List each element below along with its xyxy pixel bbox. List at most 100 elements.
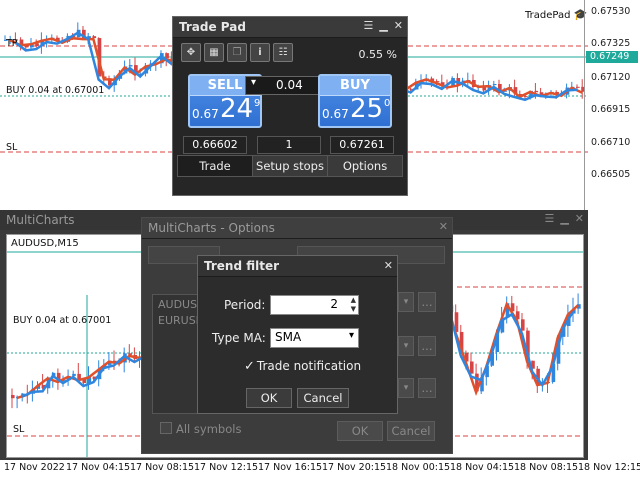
candle-body (92, 36, 97, 39)
buy-button[interactable]: BUY 0.67 25 0 (318, 74, 392, 128)
sl-price-field[interactable]: 0.66602 (183, 136, 247, 154)
spinner-icon[interactable]: ▲ ▼ (351, 296, 356, 314)
volume-decrease-icon[interactable]: ▾ (251, 77, 256, 88)
sl-line-label: SL (6, 142, 18, 153)
trend-filter-close-icon[interactable]: ✕ (384, 259, 393, 272)
grid-icon[interactable]: ▦ (204, 43, 224, 62)
type-ma-value: SMA (275, 330, 302, 344)
type-ma-label: Type MA: (212, 331, 266, 345)
period-value[interactable]: 2 (330, 297, 338, 311)
price-tick: 0.67120 (591, 72, 631, 83)
candle-body (470, 361, 474, 374)
dropdown-arrow-icon[interactable]: ▾ (398, 336, 414, 356)
list-item[interactable]: EURUSD (153, 311, 204, 327)
checkmark-icon: ✓ (244, 359, 255, 374)
candle-body (534, 90, 539, 93)
tradepad-badge-label: TradePad (525, 10, 571, 21)
mc-buy-line-label: BUY 0.04 at 0.67001 (13, 315, 112, 326)
tab-setup-stops[interactable]: Setup stops (252, 155, 328, 177)
minimize-icon[interactable]: ▁ (379, 19, 387, 32)
options-ok-button[interactable]: OK (337, 421, 383, 441)
price-tick: 0.67325 (591, 38, 631, 49)
buy-price-big: 25 (350, 94, 384, 124)
time-tick: 18 Nov 04:15 (450, 462, 515, 473)
dropdown-arrow-icon[interactable]: ▾ (398, 378, 414, 398)
dropdown-arrow-icon[interactable]: ▾ (398, 292, 414, 312)
risk-percent: 0.55 % (358, 48, 397, 61)
candle-body (521, 319, 525, 331)
close-icon[interactable]: ✕ (394, 19, 403, 32)
sell-price-big: 24 (220, 94, 254, 124)
price-axis: 0.67530 0.67325 0.67120 0.66915 0.66710 … (584, 0, 640, 210)
time-tick: 17 Nov 20:15 (322, 462, 387, 473)
trend-filter-dialog: Trend filter ✕ Period: 2 ▲ ▼ Type MA: SMA… (197, 255, 398, 414)
trend-ok-button[interactable]: OK (246, 388, 292, 408)
list-item[interactable]: AUDUSD (153, 295, 206, 311)
menu-icon[interactable]: ☰ (544, 212, 554, 225)
options-dialog-title: MultiCharts - Options (148, 221, 275, 235)
period-stepper[interactable]: 2 ▲ ▼ (270, 295, 359, 315)
candle-body (576, 86, 580, 88)
lots-field[interactable]: 1 (257, 136, 321, 154)
ellipsis-button[interactable]: ... (418, 378, 436, 398)
volume-value[interactable]: 0.04 (276, 78, 303, 92)
symbol-label: AUDUSD,M15 (11, 238, 79, 249)
all-symbols-checkbox[interactable]: All symbols (160, 422, 241, 436)
trade-pad-title-buttons: ☰ ▁ ✕ (357, 19, 403, 32)
options-cancel-button[interactable]: Cancel (387, 421, 435, 441)
candle-body (19, 39, 24, 45)
buy-price-sup: 0 (384, 98, 391, 109)
current-price-tag: 0.67249 (586, 51, 638, 63)
tab-trade[interactable]: Trade (177, 155, 253, 177)
candle-body (11, 395, 15, 399)
tradepad-badge[interactable]: TradePad 🎓 (525, 8, 587, 21)
buy-line-label: BUY 0.04 at 0.67001 (6, 85, 105, 96)
candle-body (72, 373, 76, 376)
sell-price-prefix: 0.67 (192, 107, 219, 121)
trade-pad-window: Trade Pad ☰ ▁ ✕ ✥ ▦ ❐ ⅰ ☷ 0.55 % SELL 0.67… (172, 16, 408, 196)
close-icon[interactable]: ✕ (575, 212, 584, 225)
all-symbols-label: All symbols (176, 422, 242, 436)
trade-notification-label: Trade notification (256, 359, 362, 373)
type-ma-select[interactable]: SMA ▾ (270, 328, 359, 348)
checkbox-icon (160, 422, 172, 434)
candle-body (128, 65, 133, 67)
tab-options[interactable]: Options (327, 155, 403, 177)
chevron-down-icon: ▾ (348, 330, 354, 341)
mc-sl-line-label: SL (13, 424, 25, 435)
info-icon[interactable]: ⅰ (250, 43, 270, 62)
ellipsis-button[interactable]: ... (418, 292, 436, 312)
time-tick: 18 Nov 00:15 (386, 462, 451, 473)
candle-body (492, 83, 497, 86)
time-tick: 18 Nov 08:15 (514, 462, 579, 473)
options-close-icon[interactable]: ✕ (439, 220, 448, 233)
trend-cancel-button[interactable]: Cancel (297, 388, 349, 408)
time-axis: 17 Nov 2022 17 Nov 04:15 17 Nov 08:15 17… (0, 462, 640, 480)
trade-notification-checkbox[interactable]: ✓ Trade notification (244, 359, 361, 374)
tp-line-label: TP (6, 38, 18, 49)
time-tick: 17 Nov 08:15 (130, 462, 195, 473)
sell-price-sup: 9 (254, 98, 261, 109)
ellipsis-button[interactable]: ... (418, 336, 436, 356)
move-icon[interactable]: ✥ (181, 43, 201, 62)
time-tick: 17 Nov 04:15 (66, 462, 131, 473)
multicharts-title-buttons: ☰ ▁ ✕ (538, 212, 584, 225)
price-tick: 0.66710 (591, 137, 631, 148)
trend-filter-title: Trend filter (204, 259, 280, 273)
candle-body (165, 53, 169, 59)
list-icon[interactable]: ☷ (273, 43, 293, 62)
tp-price-field[interactable]: 0.67261 (330, 136, 394, 154)
price-tick: 0.66915 (591, 104, 631, 115)
time-tick: 17 Nov 16:15 (258, 462, 323, 473)
trade-pad-title: Trade Pad (179, 20, 246, 34)
candle-body (128, 353, 132, 355)
price-tick: 0.67530 (591, 6, 631, 17)
copy-icon[interactable]: ❐ (227, 43, 247, 62)
time-tick: 17 Nov 12:15 (194, 462, 259, 473)
candle-body (524, 95, 528, 97)
menu-icon[interactable]: ☰ (363, 19, 373, 32)
time-tick: 17 Nov 2022 (4, 462, 65, 473)
period-label: Period: (224, 298, 266, 312)
price-tick: 0.66505 (591, 169, 631, 180)
minimize-icon[interactable]: ▁ (560, 212, 568, 225)
